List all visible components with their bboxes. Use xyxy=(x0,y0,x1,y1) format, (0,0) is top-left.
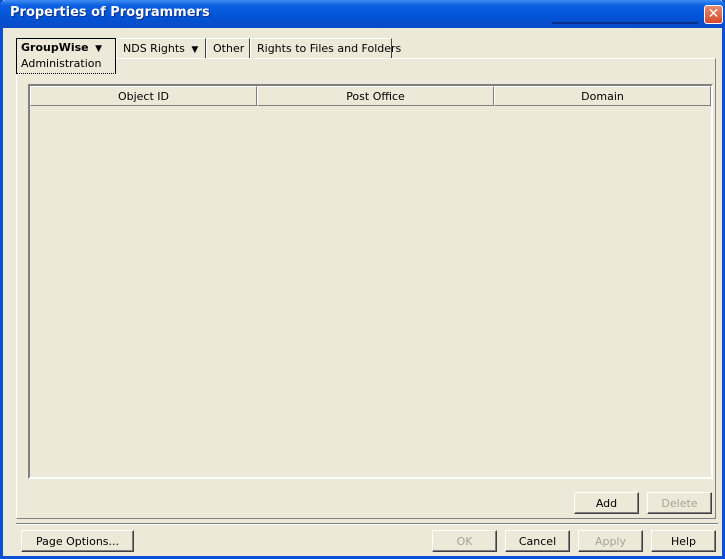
objects-table[interactable]: Object ID Post Office Domain xyxy=(28,84,713,479)
ok-button[interactable]: OK xyxy=(432,530,497,552)
tab-nds-rights[interactable]: NDS Rights ▼ xyxy=(116,38,206,58)
tab-other-label: Other xyxy=(213,42,245,55)
title-bar[interactable]: Properties of Programmers ✕ xyxy=(0,0,725,28)
add-button[interactable]: Add xyxy=(574,492,639,514)
tab-other[interactable]: Other xyxy=(206,38,250,58)
help-button[interactable]: Help xyxy=(651,530,716,552)
tab-nds-rights-label: NDS Rights xyxy=(123,42,185,55)
tab-rights-label: Rights to Files and Folders xyxy=(257,42,402,55)
tab-groupwise[interactable]: GroupWise ▼ Administration xyxy=(16,38,116,74)
column-header-domain[interactable]: Domain xyxy=(494,86,711,106)
tab-rights-to-files-and-folders[interactable]: Rights to Files and Folders xyxy=(250,38,401,58)
column-header-object-id[interactable]: Object ID xyxy=(30,86,257,106)
dropdown-arrow-icon[interactable]: ▼ xyxy=(191,45,198,55)
close-icon[interactable]: ✕ xyxy=(704,5,723,24)
apply-button[interactable]: Apply xyxy=(578,530,643,552)
page-options-button[interactable]: Page Options... xyxy=(21,530,134,552)
delete-button[interactable]: Delete xyxy=(647,492,712,514)
title-bar-decoration xyxy=(552,22,698,24)
table-header: Object ID Post Office Domain xyxy=(30,86,711,106)
footer-divider xyxy=(16,523,718,525)
cancel-button[interactable]: Cancel xyxy=(505,530,570,552)
tab-groupwise-label: GroupWise xyxy=(21,41,89,54)
tab-administration[interactable]: Administration xyxy=(21,57,111,70)
column-header-post-office[interactable]: Post Office xyxy=(257,86,494,106)
dropdown-arrow-icon[interactable]: ▼ xyxy=(95,44,102,54)
window-title: Properties of Programmers xyxy=(10,5,210,20)
